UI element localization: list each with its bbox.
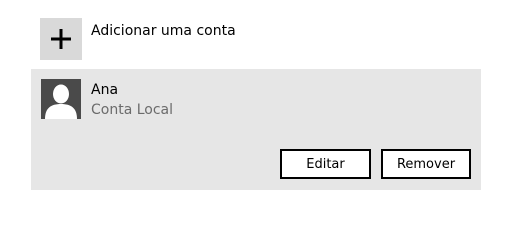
add-account-button[interactable]: Adicionar uma conta: [40, 18, 236, 60]
add-account-tile[interactable]: [40, 18, 82, 60]
edit-button[interactable]: Editar: [280, 149, 371, 179]
add-account-label: Adicionar uma conta: [91, 23, 236, 39]
user-silhouette-icon: [45, 84, 77, 119]
remove-button[interactable]: Remover: [381, 149, 471, 179]
plus-icon: [51, 29, 71, 49]
account-name: Ana: [91, 82, 119, 98]
avatar: [41, 79, 81, 119]
account-type: Conta Local: [91, 102, 174, 118]
account-item-selected[interactable]: Ana Conta Local Editar Remover: [31, 69, 481, 190]
